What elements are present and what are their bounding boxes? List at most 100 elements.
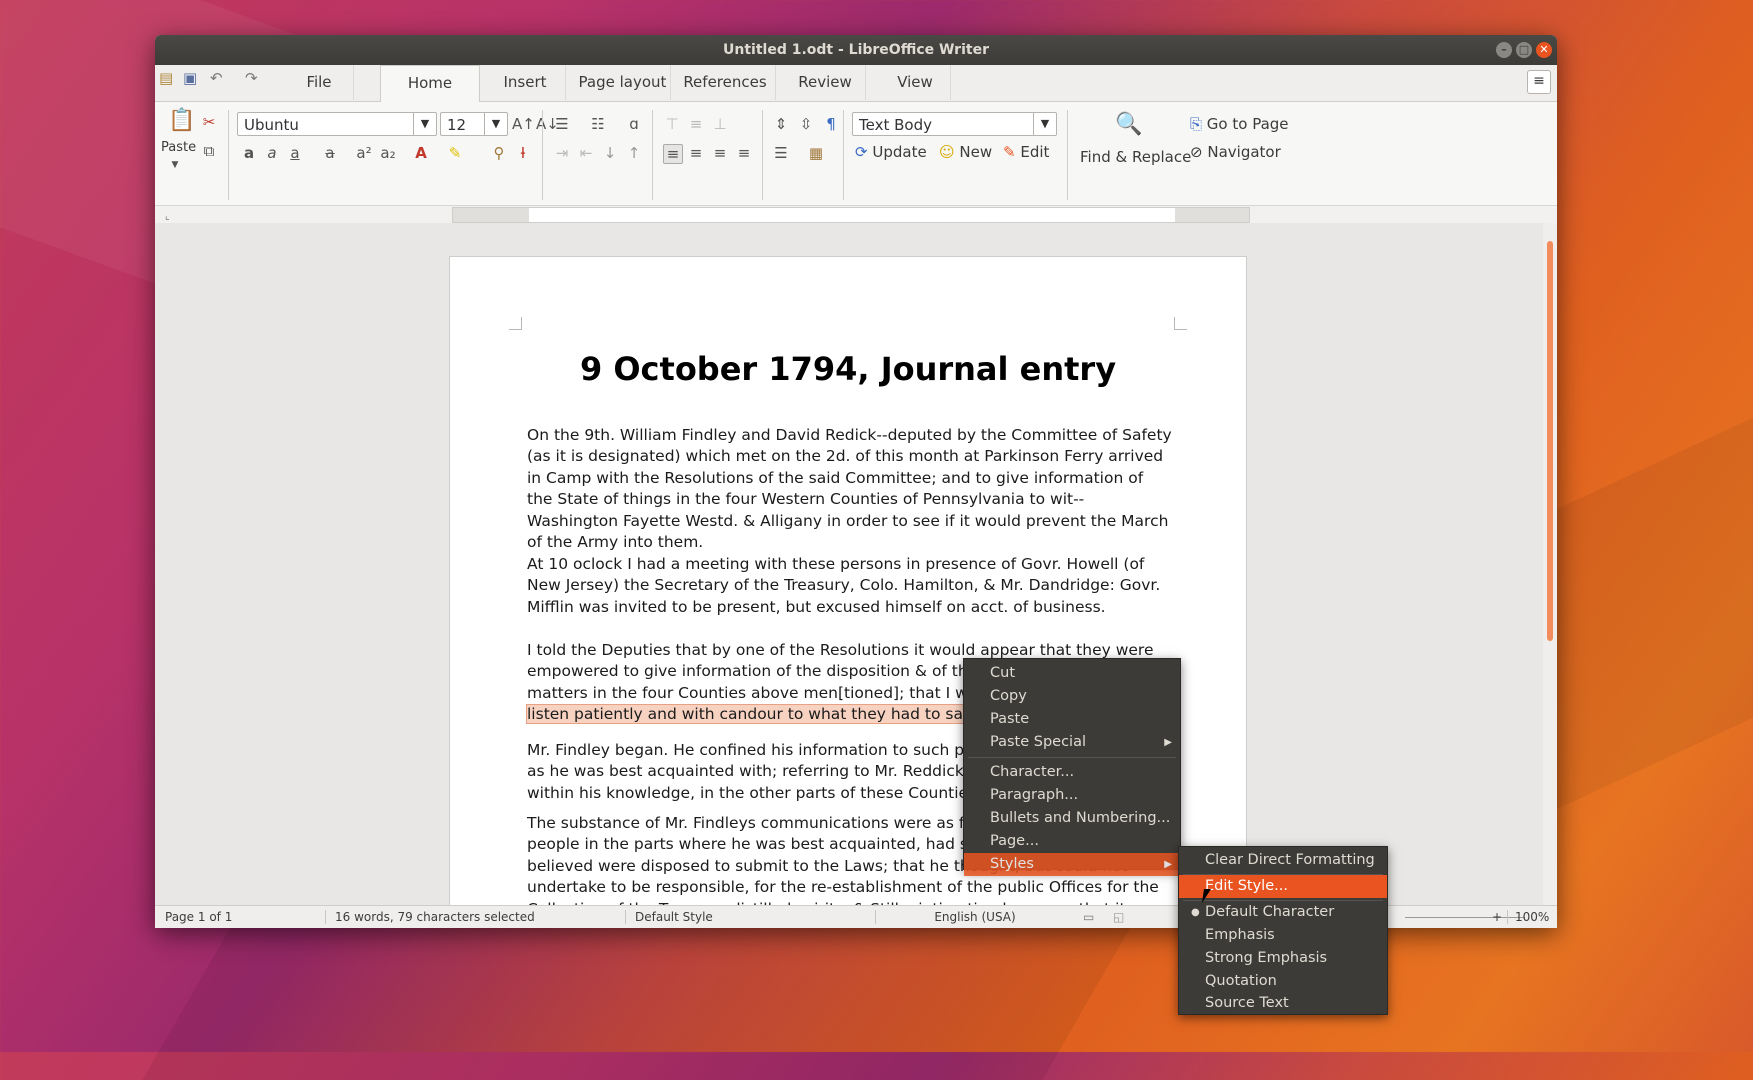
submenu-item-strong-emphasis[interactable]: Strong Emphasis	[1179, 947, 1387, 970]
menu-item-paste-special[interactable]: Paste Special ▶	[964, 731, 1180, 754]
close-button[interactable]: ✕	[1536, 42, 1552, 58]
zoom-level[interactable]: 100%	[1515, 906, 1549, 928]
chevron-down-icon[interactable]: ▼	[1033, 113, 1056, 135]
radio-dot-icon: ●	[1191, 907, 1200, 918]
underline-icon[interactable]: a	[286, 144, 304, 162]
indent-icon[interactable]: ⇥	[553, 144, 571, 162]
redo-icon[interactable]: ↷	[245, 69, 258, 87]
styles-label: Styles	[990, 856, 1034, 872]
submenu-item-quotation[interactable]: Quotation	[1179, 970, 1387, 993]
default-character-label: Default Character	[1205, 904, 1335, 920]
borders-icon[interactable]: ▦	[807, 144, 825, 162]
horizontal-ruler[interactable]	[452, 207, 1250, 223]
find-replace-icon[interactable]: 🔍	[1115, 114, 1142, 142]
menu-item-copy[interactable]: Copy	[964, 685, 1180, 708]
grow-font-icon[interactable]: A↑	[512, 115, 535, 133]
cut-icon[interactable]: ✂	[200, 113, 218, 131]
go-to-page-button[interactable]: ⎘ Go to Page	[1190, 115, 1289, 133]
submenu-item-clear-direct-formatting[interactable]: Clear Direct Formatting	[1179, 849, 1387, 872]
paragraph[interactable]: On the 9th. William Findley and David Re…	[527, 425, 1172, 553]
strikethrough-icon[interactable]: a	[321, 144, 339, 162]
tab-references[interactable]: References	[675, 65, 776, 100]
save-icon[interactable]: ▣	[183, 69, 197, 87]
update-style-button[interactable]: ⟳ Update	[855, 143, 927, 161]
submenu-item-emphasis[interactable]: Emphasis	[1179, 924, 1387, 947]
bullet-list-icon[interactable]: ☰	[553, 115, 571, 133]
tab-insert[interactable]: Insert	[485, 65, 566, 100]
zoom-in-icon[interactable]: +	[1492, 906, 1502, 928]
chevron-down-icon[interactable]: ▼	[413, 113, 436, 135]
menu-item-character[interactable]: Character...	[964, 761, 1180, 784]
paste-button[interactable]: Paste	[161, 140, 196, 155]
menu-item-bullets-numbering[interactable]: Bullets and Numbering...	[964, 807, 1180, 830]
paste-dropdown-icon[interactable]: ▼	[166, 156, 184, 174]
submenu-item-source-text[interactable]: Source Text	[1179, 993, 1387, 1013]
align-center-icon[interactable]: ≡	[687, 144, 705, 162]
submenu-arrow-icon: ▶	[1164, 737, 1172, 748]
word-count[interactable]: 16 words, 79 characters selected	[335, 906, 535, 928]
font-color-icon[interactable]: A	[412, 144, 430, 162]
page-style[interactable]: Default Style	[635, 906, 713, 928]
align-bottom-icon[interactable]: ⊥	[711, 115, 729, 133]
align-left-icon[interactable]: ≡	[663, 144, 683, 164]
update-icon: ⟳	[855, 143, 868, 161]
bold-icon[interactable]: a	[240, 144, 258, 162]
submenu-item-default-character[interactable]: ● Default Character	[1179, 901, 1387, 924]
tab-view[interactable]: View	[880, 65, 951, 100]
italic-icon[interactable]: a	[263, 144, 281, 162]
navigator-button[interactable]: ⊘ Navigator	[1190, 143, 1281, 161]
copy-icon[interactable]: ⧉	[200, 142, 218, 160]
edit-style-button[interactable]: ✎ Edit	[1003, 143, 1049, 161]
superscript-icon[interactable]: a²	[355, 144, 373, 162]
document-area[interactable]: 9 October 1794, Journal entry On the 9th…	[155, 223, 1543, 906]
undo-icon[interactable]: ↶	[210, 69, 223, 87]
view-layout-icon[interactable]: ▭	[1083, 906, 1094, 928]
menu-item-page[interactable]: Page...	[964, 830, 1180, 853]
paragraph-style-combo[interactable]: Text Body ▼	[852, 112, 1057, 136]
subscript-icon[interactable]: a₂	[379, 144, 397, 162]
numbered-list-icon[interactable]: ☷	[589, 115, 607, 133]
clone-formatting-icon[interactable]: ⚲	[490, 144, 508, 162]
ruler-margin-right	[1175, 208, 1249, 222]
outline-list-icon[interactable]: ɑ	[625, 115, 643, 133]
chevron-down-icon[interactable]: ▼	[484, 113, 507, 135]
justify-icon[interactable]: ≡	[735, 144, 753, 162]
align-top-icon[interactable]: ⊤	[663, 115, 681, 133]
find-replace-button[interactable]: Find & Replace	[1080, 148, 1191, 166]
language[interactable]: English (USA)	[875, 906, 1075, 928]
vertical-scrollbar[interactable]	[1543, 223, 1557, 906]
menu-item-styles[interactable]: Styles ▶	[964, 853, 1180, 876]
tab-review[interactable]: Review	[785, 65, 866, 100]
paste-icon[interactable]: 📋	[168, 110, 195, 136]
move-up-icon[interactable]: ↑	[625, 144, 643, 162]
open-icon[interactable]: ▤	[159, 69, 173, 87]
paragraph-spacing-icon[interactable]: ⇕	[772, 115, 790, 133]
minimize-button[interactable]: –	[1496, 42, 1512, 58]
menu-item-cut[interactable]: Cut	[964, 662, 1180, 685]
font-size-combo[interactable]: 12 ▼	[440, 112, 508, 136]
scrollbar-thumb[interactable]	[1547, 241, 1553, 641]
outdent-icon[interactable]: ⇤	[577, 144, 595, 162]
tab-file[interactable]: File	[285, 65, 354, 100]
clear-formatting-icon[interactable]: Ɨ	[514, 144, 532, 162]
align-middle-icon[interactable]: ≡	[687, 115, 705, 133]
font-name-value: Ubuntu	[244, 116, 299, 134]
maximize-button[interactable]: □	[1516, 42, 1532, 58]
move-down-icon[interactable]: ↓	[601, 144, 619, 162]
line-spacing-icon[interactable]: ⇳	[797, 115, 815, 133]
tab-home[interactable]: Home	[380, 65, 480, 102]
new-style-button[interactable]: ☺ New	[939, 143, 992, 161]
paragraph[interactable]: At 10 oclock I had a meeting with these …	[527, 554, 1172, 618]
menu-item-paragraph[interactable]: Paragraph...	[964, 784, 1180, 807]
menu-item-paste[interactable]: Paste	[964, 708, 1180, 731]
font-name-combo[interactable]: Ubuntu ▼	[237, 112, 437, 136]
hamburger-menu-icon[interactable]: ≡	[1527, 70, 1551, 94]
formatting-marks-icon[interactable]: ¶	[822, 115, 840, 133]
document-title[interactable]: 9 October 1794, Journal entry	[450, 350, 1246, 388]
page-count[interactable]: Page 1 of 1	[165, 906, 232, 928]
align-right-icon[interactable]: ≡	[711, 144, 729, 162]
highlight-icon[interactable]: ✎	[446, 144, 464, 162]
list-style-icon[interactable]: ☰	[772, 144, 790, 162]
tab-page-layout[interactable]: Page layout	[575, 65, 671, 100]
shrink-font-icon[interactable]: A↓	[536, 115, 559, 133]
